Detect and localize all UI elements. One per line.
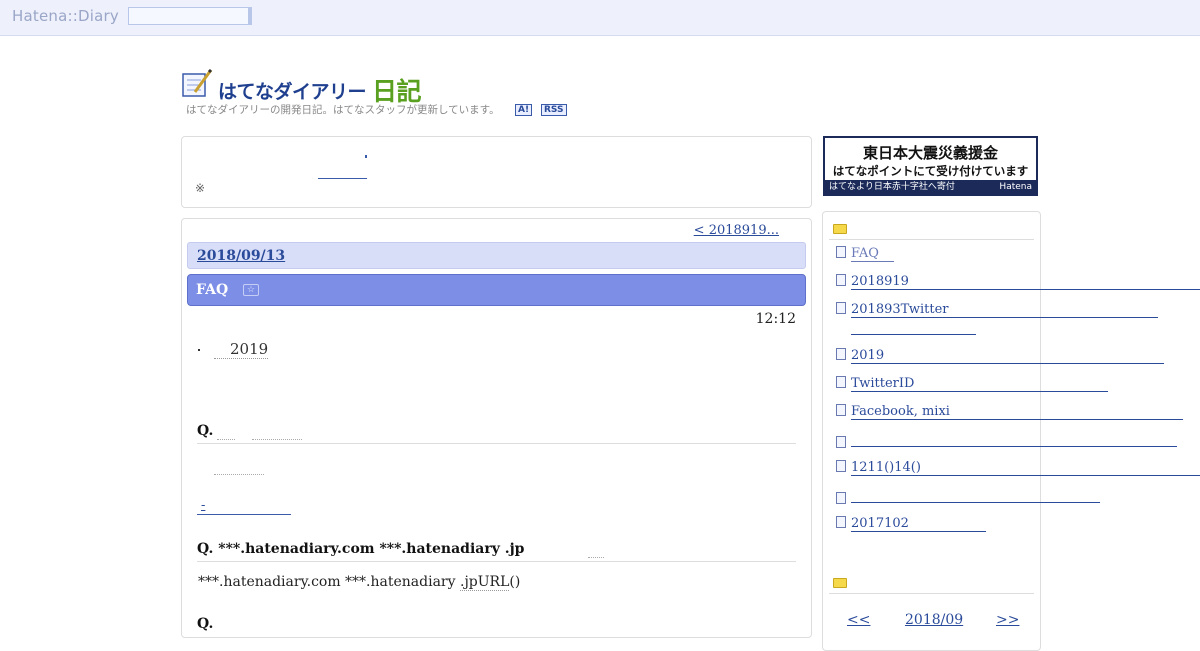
question-1-divider xyxy=(197,443,796,444)
sidebar: FAQ 2018919 201893Twitter 2019 TwitterID… xyxy=(822,211,1200,651)
document-icon xyxy=(836,246,846,258)
faq-question-2: Q. ***.hatenadiary.com ***.hatenadiary .… xyxy=(197,541,525,557)
banner-footer: はてなより日本赤十字社へ寄付 Hatena xyxy=(825,180,1036,194)
faq-question-1: Q. xyxy=(197,423,214,439)
document-icon xyxy=(836,436,846,448)
banner-brand: Hatena xyxy=(999,182,1032,192)
notice-link[interactable] xyxy=(318,155,367,179)
document-icon xyxy=(836,460,846,472)
recent-entry-link[interactable]: FAQ xyxy=(851,246,894,262)
document-icon xyxy=(836,492,846,504)
recent-entry-item[interactable]: 1211()14() xyxy=(836,460,1200,476)
answer-2-url-term: .jpURL xyxy=(460,574,510,591)
entry-section: < 2018919... 2018/09/13 FAQ ☆ 12:12 2019… xyxy=(181,218,812,638)
recent-entry-item[interactable]: FAQ xyxy=(836,246,894,262)
answer-1-underline xyxy=(214,474,264,475)
folder-icon xyxy=(833,578,847,588)
folder-icon xyxy=(833,224,847,234)
diary-notebook-icon xyxy=(182,68,213,97)
document-icon xyxy=(836,376,846,388)
calendar-prev-link[interactable]: << xyxy=(847,612,870,628)
document-icon xyxy=(836,274,846,286)
sidebar-divider xyxy=(829,593,1034,594)
notice-link-mark xyxy=(365,155,367,158)
global-header: Hatena::Diary xyxy=(0,0,1200,36)
prev-entry-link[interactable]: < 2018919... xyxy=(694,223,801,238)
notice-box: ※ xyxy=(181,136,812,208)
document-icon xyxy=(836,404,846,416)
answer-2-text: ***.hatenadiary.com ***.hatenadiary xyxy=(198,574,460,590)
document-icon xyxy=(836,302,846,314)
blog-description: はてなダイアリーの開発日記。はてなスタッフが更新しています。 xyxy=(186,104,500,116)
recent-entry-item[interactable]: TwitterID xyxy=(836,376,1108,392)
intro-text: 2019 xyxy=(214,340,269,359)
notice-footnote-mark: ※ xyxy=(195,181,206,195)
recent-entry-item[interactable]: 2018919 xyxy=(836,274,1200,290)
recent-entry-link[interactable]: 2018919 xyxy=(851,274,1200,290)
banner-subtitle: はてなポイントにて受け付けています xyxy=(832,164,1029,178)
banner-title: 東日本大震災義援金 xyxy=(862,144,998,162)
document-icon xyxy=(836,516,846,528)
bullet-dot xyxy=(198,349,200,351)
recent-entry-link[interactable] xyxy=(851,432,1177,447)
recent-entry-link[interactable]: TwitterID xyxy=(851,376,1108,392)
question-1-underline-b xyxy=(252,439,302,440)
recent-entry-link[interactable]: 2017102 xyxy=(851,516,986,532)
blog-title-text: はてなダイアリー xyxy=(218,81,367,103)
search-input[interactable] xyxy=(128,7,252,25)
faq-answer-2: ***.hatenadiary.com ***.hatenadiary .jpU… xyxy=(198,574,521,591)
recent-entry-item[interactable]: 201893Twitter xyxy=(836,302,1158,318)
calendar-next-link[interactable]: >> xyxy=(996,612,1019,628)
recent-entry-link[interactable] xyxy=(851,488,1100,503)
entry-date-header: 2018/09/13 xyxy=(187,242,806,269)
entry-intro: 2019 xyxy=(198,340,269,359)
question-2-underline xyxy=(588,557,604,558)
antenna-badge[interactable]: A! xyxy=(515,104,533,116)
answer-2-suffix: () xyxy=(509,574,521,590)
entry-time: 12:12 xyxy=(755,311,796,327)
calendar-month-link[interactable]: 2018/09 xyxy=(905,612,963,628)
sidebar-divider xyxy=(829,239,1034,240)
banner-footer-text: はてなより日本赤十字社へ寄付 xyxy=(829,182,955,192)
document-icon xyxy=(836,348,846,360)
entry-title[interactable]: FAQ xyxy=(196,282,228,298)
recent-entry-link[interactable]: Facebook, mixi xyxy=(851,404,1183,420)
hatena-diary-logo[interactable]: Hatena::Diary xyxy=(12,7,119,25)
rss-badge[interactable]: RSS xyxy=(541,104,567,116)
recent-entry-continuation xyxy=(851,324,976,339)
recent-entry-item[interactable]: 2017102 xyxy=(836,516,986,532)
question-2-divider xyxy=(197,561,796,562)
donation-banner[interactable]: 東日本大震災義援金 はてなポイントにて受け付けています はてなより日本赤十字社へ… xyxy=(823,136,1038,196)
recent-entry-link[interactable]: 1211()14() xyxy=(851,460,1200,476)
recent-entry-item[interactable] xyxy=(836,432,1177,451)
recent-entry-item[interactable]: 2019 xyxy=(836,348,1164,364)
recent-entry-link[interactable]: 201893Twitter xyxy=(851,302,1158,318)
recent-entry-item[interactable] xyxy=(836,488,1100,507)
question-1-underline-a xyxy=(217,439,235,440)
answer-1-link[interactable]: - xyxy=(197,499,291,515)
recent-entry-link-wrap[interactable] xyxy=(851,334,976,335)
recent-entry-item[interactable]: Facebook, mixi xyxy=(836,404,1183,420)
entry-title-header: FAQ ☆ xyxy=(187,274,806,306)
entry-date-link[interactable]: 2018/09/13 xyxy=(197,248,285,264)
blog-title[interactable]: はてなダイアリー 日記 xyxy=(218,70,422,106)
recent-entry-link[interactable]: 2019 xyxy=(851,348,1164,364)
add-star-icon[interactable]: ☆ xyxy=(243,284,259,296)
